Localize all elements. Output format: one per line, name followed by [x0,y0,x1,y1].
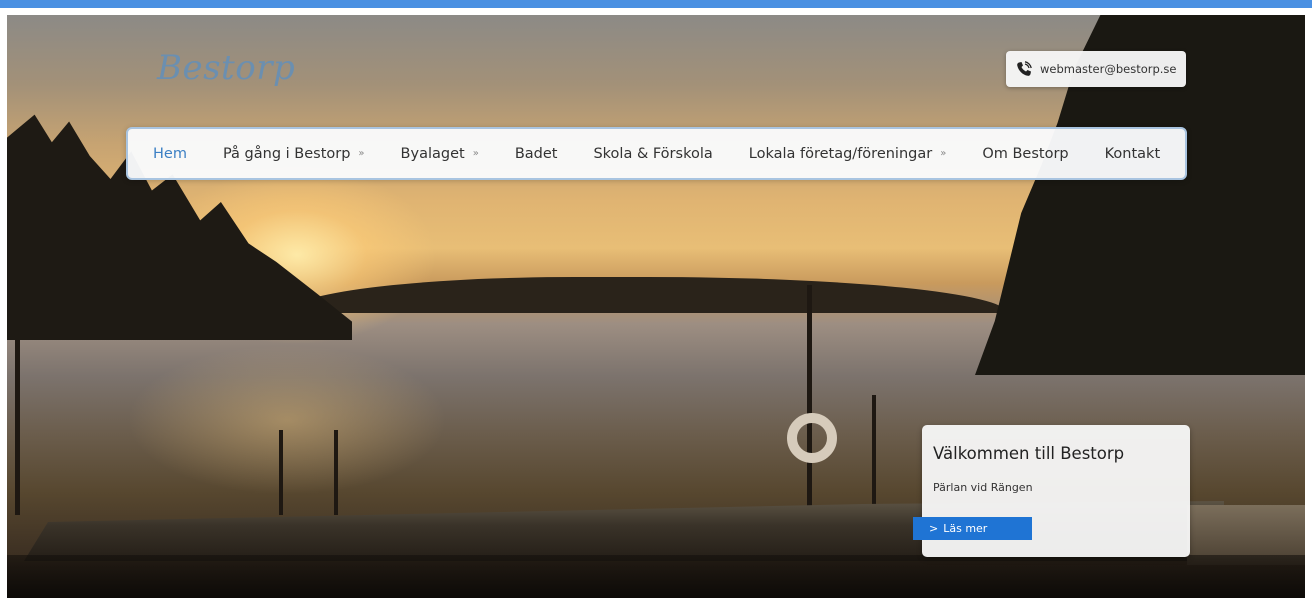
submenu-chevron-icon: » [358,148,365,159]
nav-item-på-gång-i-bestorp[interactable]: På gång i Bestorp » [223,146,365,162]
phone-icon [1016,61,1032,77]
nav-item-label: Om Bestorp [982,145,1069,162]
read-more-label: Läs mer [943,522,988,535]
dock-post [872,395,876,515]
submenu-chevron-icon: » [472,148,479,159]
nav-item-label: Byalaget [400,145,465,162]
nav-item-label: Badet [514,145,558,162]
lifebuoy [787,413,837,463]
water-shadow [7,555,1305,598]
welcome-subtitle: Pärlan vid Rängen [933,481,1033,494]
contact-email[interactable]: webmaster@bestorp.se [1040,62,1177,76]
dock-post [334,430,338,515]
nav-item-om-bestorp[interactable]: Om Bestorp [982,146,1068,162]
nav-item-badet[interactable]: Badet [515,146,558,162]
main-navigation: Hem På gång i Bestorp » Byalaget » Badet Skola… [126,127,1187,180]
nav-item-label: Kontakt [1104,145,1161,162]
nav-item-label: Lokala företag/föreningar [748,145,933,162]
read-more-button[interactable]: > Läs mer [913,517,1032,540]
dock-post [15,340,20,515]
page: Bestorp webmaster@bestorp.se Hem På gång … [0,0,1312,598]
nav-item-lokala-företag-föreningar[interactable]: Lokala företag/föreningar » [749,146,947,162]
chevron-right-icon: > [929,522,939,535]
top-accent-bar [0,0,1312,8]
nav-item-byalaget[interactable]: Byalaget » [401,146,479,162]
nav-item-label: Hem [153,145,187,162]
dock-post [279,430,283,515]
nav-item-label: Skola & Förskola [593,145,713,162]
nav-item-label: På gång i Bestorp [222,145,351,162]
submenu-chevron-icon: » [940,148,947,159]
nav-item-hem[interactable]: Hem [153,146,187,162]
dock-post [807,285,812,515]
water-reflection [127,345,447,495]
nav-item-kontakt[interactable]: Kontakt [1105,146,1161,162]
contact-email-badge[interactable]: webmaster@bestorp.se [1006,51,1186,87]
site-logo[interactable]: Bestorp [157,48,295,88]
welcome-title: Välkommen till Bestorp [933,444,1125,463]
nav-item-skola-förskola[interactable]: Skola & Förskola [593,146,712,162]
